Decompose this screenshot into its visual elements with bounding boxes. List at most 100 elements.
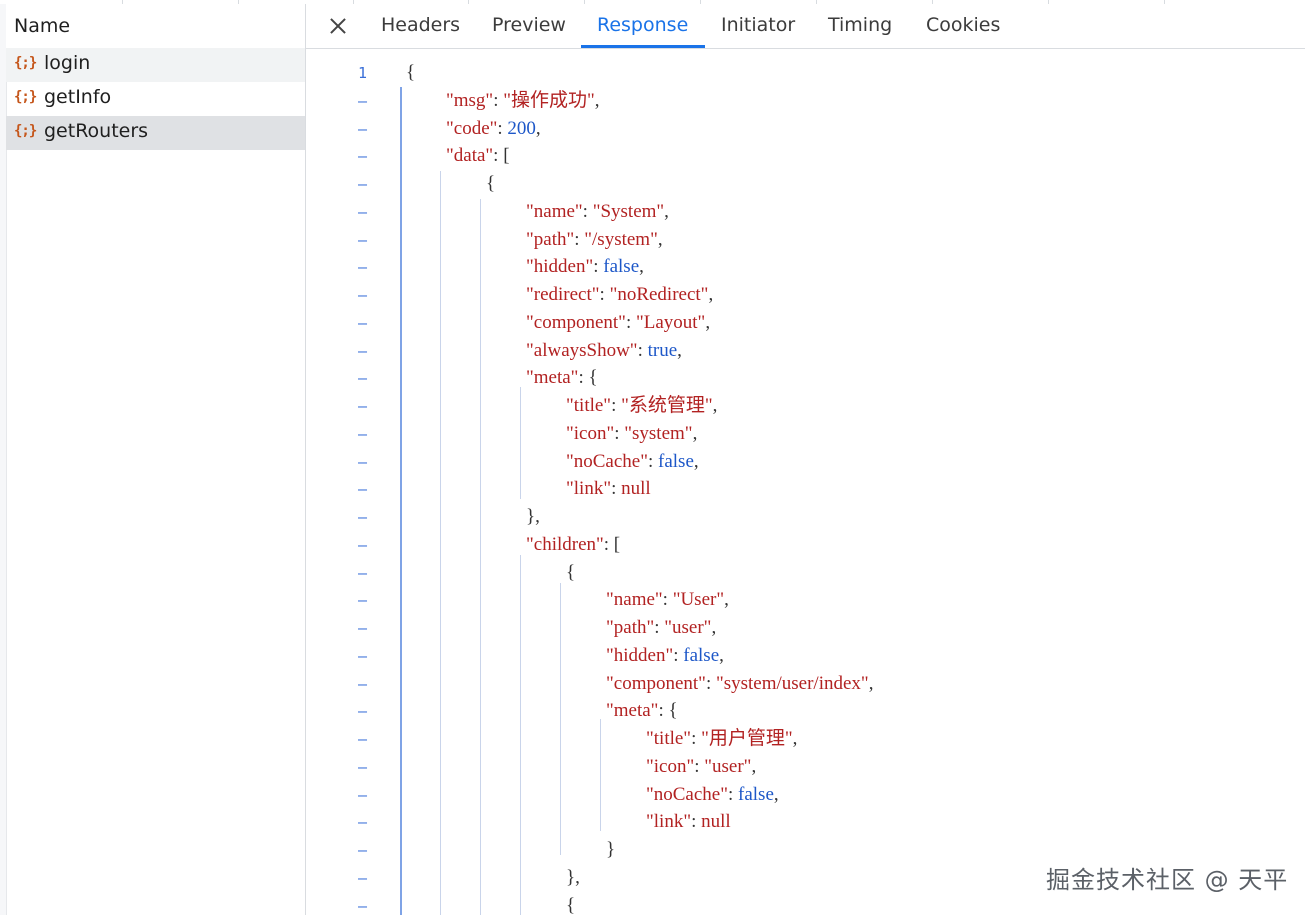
fold-marker[interactable]: – <box>358 92 367 110</box>
fold-marker[interactable]: – <box>358 480 367 498</box>
tab-cookies[interactable]: Cookies <box>926 14 1000 36</box>
name-column-header[interactable]: Name <box>6 4 305 49</box>
tab-headers[interactable]: Headers <box>381 14 460 36</box>
json-punctuation: : <box>611 478 622 500</box>
json-key: "path" <box>526 228 575 250</box>
tab-response[interactable]: Response <box>597 14 688 36</box>
fold-marker[interactable]: – <box>358 564 367 582</box>
fold-marker[interactable]: – <box>358 702 367 720</box>
json-key: "alwaysShow" <box>526 339 638 361</box>
active-tab-indicator <box>581 45 705 48</box>
json-string: "system" <box>624 422 693 444</box>
fold-marker[interactable]: – <box>358 120 367 138</box>
json-string: "操作成功" <box>503 89 595 111</box>
code-line: "link": null <box>566 475 651 503</box>
json-key: "noCache" <box>646 783 728 805</box>
json-punctuation: : <box>705 672 716 694</box>
code-line: "link": null <box>646 808 731 836</box>
json-key: "title" <box>566 395 612 416</box>
fold-marker[interactable]: – <box>358 591 367 609</box>
json-string: "user" <box>664 617 712 638</box>
fold-marker[interactable]: – <box>358 147 367 165</box>
request-row[interactable]: {;} login <box>6 48 305 82</box>
code-line: "hidden": false, <box>526 253 644 281</box>
code-line: }, <box>566 864 580 892</box>
json-icon: {;} <box>14 123 37 139</box>
fold-marker[interactable]: – <box>358 675 367 693</box>
json-punctuation: , <box>712 395 718 416</box>
fold-marker[interactable]: – <box>358 369 367 387</box>
fold-marker[interactable]: – <box>358 231 367 249</box>
code-line: "meta": { <box>526 364 598 392</box>
fold-marker[interactable]: – <box>358 286 367 304</box>
fold-marker[interactable]: – <box>358 758 367 776</box>
json-key: "icon" <box>566 422 615 444</box>
json-string: "/system" <box>584 228 658 250</box>
fold-marker[interactable]: – <box>358 397 367 415</box>
request-name: getInfo <box>44 86 112 108</box>
fold-marker[interactable]: – <box>358 786 367 804</box>
tab-preview[interactable]: Preview <box>492 14 566 36</box>
code-line: "meta": { <box>606 697 678 725</box>
json-string: "系统管理" <box>621 395 713 416</box>
fold-marker[interactable]: – <box>358 841 367 859</box>
json-key: "code" <box>446 117 498 139</box>
fold-marker[interactable]: – <box>358 425 367 443</box>
fold-marker[interactable]: – <box>358 508 367 526</box>
json-punctuation: , <box>719 644 724 666</box>
json-string: null <box>621 478 651 500</box>
request-row[interactable]: {;} getInfo <box>6 82 305 116</box>
json-key: "children" <box>526 533 604 555</box>
close-icon[interactable] <box>324 12 352 40</box>
json-punctuation: : { <box>578 367 598 389</box>
json-string: "Layout" <box>635 311 706 333</box>
fold-marker[interactable]: – <box>358 258 367 276</box>
fold-marker[interactable]: – <box>358 314 367 332</box>
json-punctuation: , <box>594 89 600 111</box>
fold-marker[interactable]: – <box>358 869 367 887</box>
json-punctuation: : <box>582 200 593 222</box>
code-line: "noCache": false, <box>646 781 779 809</box>
json-literal: false <box>738 783 774 805</box>
json-literal: false <box>683 644 720 666</box>
fold-marker[interactable]: – <box>358 175 367 193</box>
json-punctuation: : <box>694 755 705 777</box>
name-column-label: Name <box>14 15 71 37</box>
fold-marker[interactable]: – <box>358 453 367 471</box>
code-line: "title": "用户管理", <box>646 725 797 753</box>
tab-initiator[interactable]: Initiator <box>721 14 795 36</box>
fold-marker[interactable]: – <box>358 536 367 554</box>
json-punctuation: : <box>727 783 739 805</box>
fold-marker[interactable]: – <box>358 897 367 915</box>
code-line: "component": "system/user/index", <box>606 670 873 698</box>
json-string: null <box>701 811 731 833</box>
code-line: "msg": "操作成功", <box>446 87 599 115</box>
json-string: "user" <box>704 755 752 777</box>
fold-marker[interactable]: – <box>358 730 367 748</box>
response-body[interactable]: 1{– "msg": "操作成功", – "code": 200, – "data": [… <box>306 49 1305 915</box>
fold-marker[interactable]: – <box>358 647 367 665</box>
indent-guide <box>480 199 481 915</box>
json-punctuation: : <box>611 395 622 416</box>
json-punctuation: , <box>705 311 711 333</box>
json-punctuation: , <box>535 117 541 139</box>
json-punctuation: : <box>673 644 684 666</box>
json-key: "hidden" <box>526 256 594 278</box>
fold-marker[interactable]: – <box>358 342 367 360</box>
code-line: "alwaysShow": true, <box>526 337 682 365</box>
code-line: "path": "/system", <box>526 226 663 254</box>
tab-timing[interactable]: Timing <box>828 14 892 36</box>
fold-marker[interactable]: – <box>358 203 367 221</box>
code-line: "children": [ <box>526 531 620 559</box>
json-punctuation: , <box>711 617 717 638</box>
detail-tab-bar: Headers Preview Response Initiator Timin… <box>306 4 1305 49</box>
json-punctuation: , <box>724 589 729 611</box>
request-detail-panel: Headers Preview Response Initiator Timin… <box>306 4 1305 915</box>
fold-marker[interactable]: – <box>358 813 367 831</box>
fold-marker[interactable]: – <box>358 619 367 637</box>
indent-guide <box>600 719 601 831</box>
code-line: { <box>566 892 575 915</box>
json-key: "link" <box>566 478 612 500</box>
json-punctuation: : <box>691 728 702 749</box>
request-row[interactable]: {;} getRouters <box>6 116 305 150</box>
